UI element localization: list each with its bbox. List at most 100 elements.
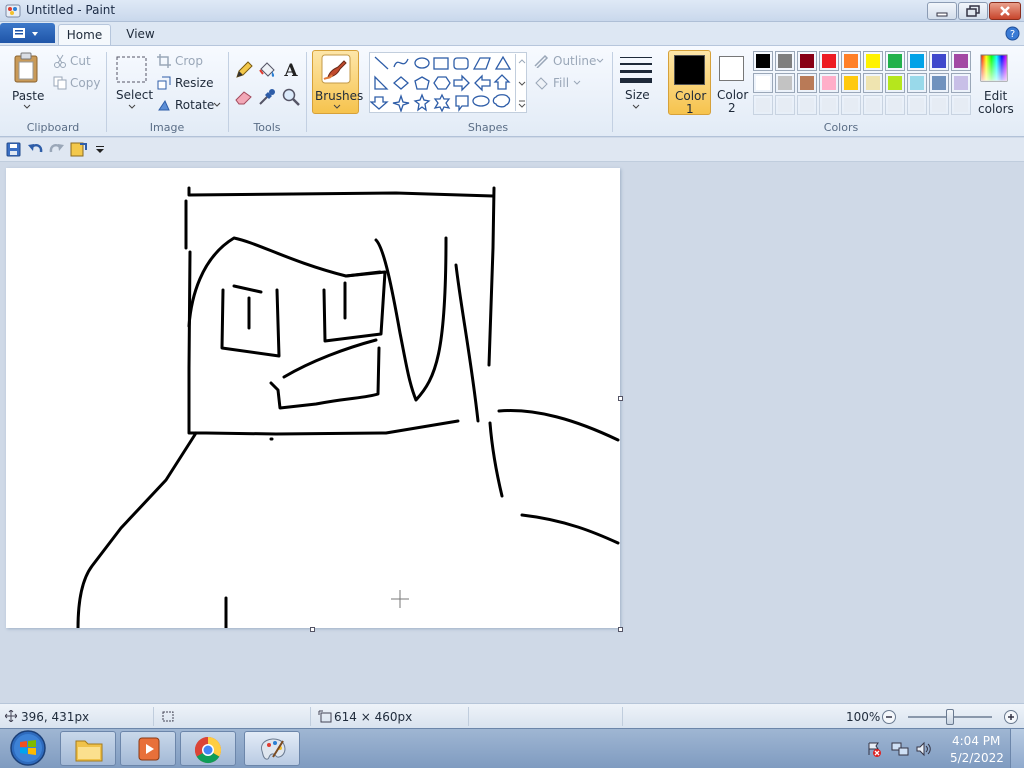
color2-button[interactable]: Color 2 [713,50,751,115]
copy-button[interactable]: Copy [53,75,103,91]
status-divider [622,707,623,726]
color-palette [753,51,975,117]
palette-color-swatch[interactable] [863,51,883,71]
palette-color-swatch[interactable] [929,51,949,71]
fill-button[interactable]: Fill [533,75,583,91]
palette-color-swatch[interactable] [753,73,773,93]
show-desktop-button[interactable] [1010,729,1024,768]
text-icon[interactable]: A [281,60,301,80]
resize-button[interactable]: Resize [157,75,213,91]
magnifier-icon[interactable] [281,87,301,107]
palette-color-swatch[interactable] [841,73,861,93]
resize-handle-right[interactable] [618,396,623,401]
action-center-icon[interactable] [866,741,882,757]
network-icon[interactable] [891,741,909,757]
palette-color-swatch[interactable] [841,51,861,71]
cut-button[interactable]: Cut [53,53,103,69]
taskbar-date[interactable]: 5/2/2022 [950,751,1004,765]
redo-icon[interactable] [49,142,65,157]
palette-color-swatch[interactable] [907,51,927,71]
palette-color-swatch[interactable] [929,73,949,93]
select-label: Select [116,88,154,102]
shapes-gallery-icons[interactable] [369,53,526,114]
resize-handle-corner[interactable] [618,627,623,632]
palette-color-swatch[interactable] [753,51,773,71]
size-button[interactable]: Size [617,52,655,114]
shapes-scroll[interactable] [515,54,527,111]
palette-custom-slot[interactable] [841,95,861,115]
palette-custom-slot[interactable] [907,95,927,115]
colors-group-label: Colors [823,121,859,134]
group-divider [612,52,613,132]
minimize-button[interactable] [927,2,957,20]
palette-color-swatch[interactable] [797,73,817,93]
eraser-icon[interactable] [234,87,254,107]
customize-toolbar-icon[interactable] [70,141,88,158]
zoom-out-icon[interactable] [881,709,897,725]
palette-color-swatch[interactable] [819,51,839,71]
palette-color-swatch[interactable] [885,51,905,71]
palette-swatch-fill [800,76,814,90]
close-button[interactable] [989,2,1021,20]
resize-handle-bottom[interactable] [310,627,315,632]
edit-colors-button[interactable]: Edit colors [975,52,1015,116]
fill-bucket-icon[interactable] [257,60,277,80]
tab-home[interactable]: Home [58,24,111,46]
save-icon[interactable] [6,142,21,157]
palette-color-swatch[interactable] [797,51,817,71]
taskbar-explorer-button[interactable] [60,731,116,766]
paint-app-icon[interactable] [5,3,21,19]
rotate-button[interactable]: Rotate [157,97,222,113]
taskbar-chrome-button[interactable] [180,731,236,766]
palette-color-swatch[interactable] [775,73,795,93]
dropdown-arrow-icon[interactable] [96,146,105,154]
color1-swatch [674,55,705,85]
palette-custom-slot[interactable] [885,95,905,115]
palette-custom-slot[interactable] [753,95,773,115]
palette-custom-slot[interactable] [797,95,817,115]
help-icon[interactable]: ? [1005,26,1020,41]
palette-color-swatch[interactable] [951,73,971,93]
drawing-canvas[interactable] [6,168,620,630]
color-picker-icon[interactable] [257,87,277,107]
palette-custom-slot[interactable] [951,95,971,115]
palette-custom-slot[interactable] [819,95,839,115]
color1-button[interactable]: Color 1 [668,50,711,116]
outline-button[interactable]: Outline [533,53,605,69]
select-button[interactable]: Select [113,54,154,116]
undo-icon[interactable] [27,142,43,157]
palette-swatch-fill [756,54,770,68]
color1-label: Color [675,89,707,103]
start-button-icon[interactable] [8,729,48,767]
taskbar-media-player-button[interactable] [120,731,176,766]
brushes-button[interactable]: Brushes [312,50,363,114]
volume-icon[interactable] [915,741,932,757]
window-title: Untitled - Paint [26,3,116,17]
palette-custom-slot[interactable] [929,95,949,115]
zoom-in-icon[interactable] [1003,709,1019,725]
pencil-icon[interactable] [234,60,254,80]
palette-swatch-fill [888,98,902,112]
palette-color-swatch[interactable] [907,73,927,93]
palette-color-swatch[interactable] [951,51,971,71]
palette-custom-slot[interactable] [863,95,883,115]
palette-color-swatch[interactable] [819,73,839,93]
tab-view[interactable]: View [118,24,163,45]
palette-swatch-fill [932,76,946,90]
taskbar-time[interactable]: 4:04 PM [952,734,1000,748]
close-icon [1000,6,1010,16]
palette-custom-slot[interactable] [775,95,795,115]
taskbar-paint-button[interactable] [244,731,300,766]
chrome-icon [194,736,222,764]
paint-menu-button[interactable] [0,23,55,43]
selection-icon [116,56,147,83]
paste-button[interactable]: Paste [6,52,48,116]
zoom-slider-thumb[interactable] [946,709,954,725]
crop-button[interactable]: Crop [157,53,207,69]
palette-color-swatch[interactable] [775,51,795,71]
palette-color-swatch[interactable] [885,73,905,93]
restore-button[interactable] [958,2,988,20]
palette-swatch-fill [866,76,880,90]
color2-number: 2 [728,101,736,115]
palette-color-swatch[interactable] [863,73,883,93]
